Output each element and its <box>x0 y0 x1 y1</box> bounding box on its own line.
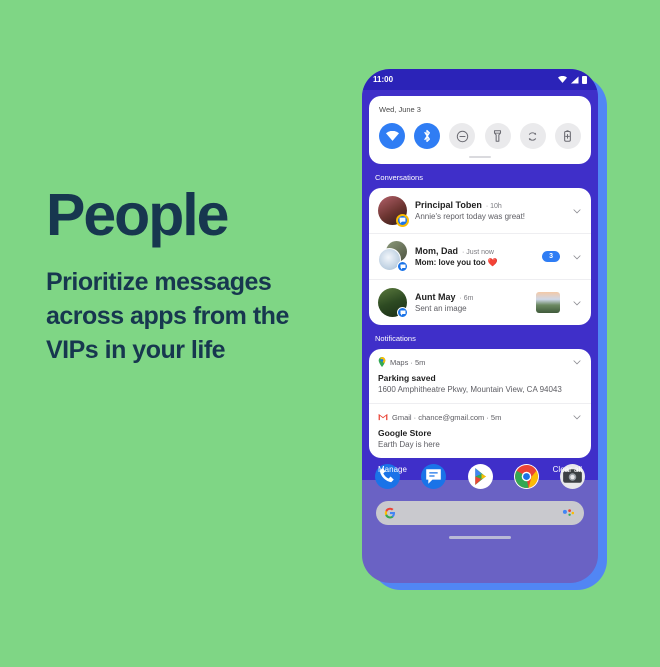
avatar <box>378 288 408 318</box>
notification-header: Maps · 5m <box>378 357 582 367</box>
messages-icon <box>399 217 406 224</box>
conversation-time: · Just now <box>462 249 494 256</box>
quick-settings-scrim: Wed, June 3 <box>362 90 598 166</box>
signal-icon <box>570 75 579 84</box>
conversation-heading: Mom, Dad · Just now <box>415 246 534 256</box>
manage-button[interactable]: Manage <box>378 465 407 474</box>
conversation-row[interactable]: Mom, Dad · Just now Mom: love you too ❤️… <box>369 234 591 280</box>
conversation-time: · 10h <box>485 203 502 210</box>
page-title: People <box>46 182 229 248</box>
wifi-icon <box>385 131 399 141</box>
conversation-time: · 6m <box>459 295 474 302</box>
wifi-icon <box>558 76 567 83</box>
conversation-message: Sent an image <box>415 304 467 313</box>
notification-subtitle: Earth Day is here <box>378 440 440 449</box>
conversation-body: Aunt May · 6m Sent an image <box>415 292 528 313</box>
messages-badge-icon <box>397 307 408 318</box>
status-bar-icons <box>558 75 587 84</box>
conversation-name: Aunt May <box>415 292 456 302</box>
quick-settings-tiles <box>379 123 581 149</box>
battery-icon <box>582 75 587 84</box>
phone-device: 11:00 Wed, June 3 Conversations Principa… <box>362 69 598 583</box>
conversation-body: Principal Toben · 10h Annie's report tod… <box>415 200 564 221</box>
assistant-mic-icon[interactable] <box>562 508 576 518</box>
flashlight-toggle[interactable] <box>484 123 511 149</box>
notification-actions: Manage Clear all <box>362 458 598 478</box>
notification-title: Parking saved <box>378 373 436 383</box>
messages-icon <box>400 310 405 315</box>
conversation-row[interactable]: Aunt May · 6m Sent an image <box>369 280 591 325</box>
notification-app-name: Maps · 5m <box>390 357 426 367</box>
google-g-icon <box>384 507 395 519</box>
bluetooth-icon <box>424 129 431 143</box>
notification-app-name: Gmail · chance@gmail.com · 5m <box>392 412 502 422</box>
chevron-down-icon[interactable] <box>572 298 582 308</box>
gmail-icon <box>378 413 388 421</box>
notifications-header: Notifications <box>375 334 416 343</box>
avatar <box>378 196 409 227</box>
google-search-bar[interactable] <box>376 501 584 525</box>
flashlight-icon <box>494 130 502 142</box>
avatar <box>378 241 408 272</box>
messages-badge-icon <box>397 261 408 272</box>
chevron-down-icon[interactable] <box>572 252 582 262</box>
conversations-card: Principal Toben · 10h Annie's report tod… <box>369 188 591 325</box>
battery-saver-icon <box>564 130 572 142</box>
conversation-body: Mom, Dad · Just now Mom: love you too ❤️ <box>415 246 534 267</box>
notification-title: Google Store <box>378 428 432 438</box>
auto-rotate-icon <box>529 131 537 141</box>
conversations-section: Conversations Principal Toben · 10h Anni… <box>362 166 598 327</box>
chevron-down-icon[interactable] <box>572 206 582 216</box>
wifi-toggle[interactable] <box>379 123 405 149</box>
notification-header: Gmail · chance@gmail.com · 5m <box>378 412 582 422</box>
marketing-copy: People Prioritize messages across apps f… <box>46 186 346 367</box>
status-bar: 11:00 <box>362 69 598 90</box>
auto-rotate-toggle[interactable] <box>519 123 546 149</box>
chevron-down-icon[interactable] <box>572 357 582 367</box>
notifications-card: Maps · 5m Parking saved 1600 Amphitheatr… <box>369 349 591 458</box>
conversation-message: Annie's report today was great! <box>415 212 526 221</box>
maps-icon <box>378 357 386 367</box>
conversation-name: Mom, Dad <box>415 246 459 256</box>
notification-subtitle: 1600 Amphitheatre Pkwy, Mountain View, C… <box>378 385 562 394</box>
status-bar-time: 11:00 <box>373 75 394 84</box>
do-not-disturb-icon <box>456 130 469 142</box>
conversation-name: Principal Toben <box>415 200 482 210</box>
notification-row[interactable]: Maps · 5m Parking saved 1600 Amphitheatr… <box>369 349 591 404</box>
conversation-heading: Aunt May · 6m <box>415 292 528 302</box>
navigation-pill[interactable] <box>449 536 511 539</box>
messages-badge-icon <box>396 214 409 227</box>
message-thumbnail[interactable] <box>536 292 560 313</box>
battery-saver-toggle[interactable] <box>554 123 581 149</box>
messages-icon <box>400 264 405 269</box>
conversations-header: Conversations <box>375 173 423 182</box>
quick-settings-panel: Wed, June 3 <box>369 96 591 164</box>
clear-all-button[interactable]: Clear all <box>553 465 582 474</box>
chevron-down-icon[interactable] <box>572 412 582 422</box>
conversation-heading: Principal Toben · 10h <box>415 200 564 210</box>
notification-row[interactable]: Gmail · chance@gmail.com · 5m Google Sto… <box>369 404 591 458</box>
quick-settings-drag-handle[interactable] <box>469 156 491 158</box>
do-not-disturb-toggle[interactable] <box>449 123 476 149</box>
notifications-section: Notifications Maps · 5m Parking saved 16… <box>362 327 598 480</box>
quick-settings-date: Wed, June 3 <box>379 105 421 114</box>
conversation-row[interactable]: Principal Toben · 10h Annie's report tod… <box>369 188 591 234</box>
bluetooth-toggle[interactable] <box>414 123 441 149</box>
unread-count-badge: 3 <box>542 251 560 262</box>
conversation-message: Mom: love you too ❤️ <box>415 258 498 267</box>
page-subtitle: Prioritize messages across apps from the… <box>46 268 289 364</box>
